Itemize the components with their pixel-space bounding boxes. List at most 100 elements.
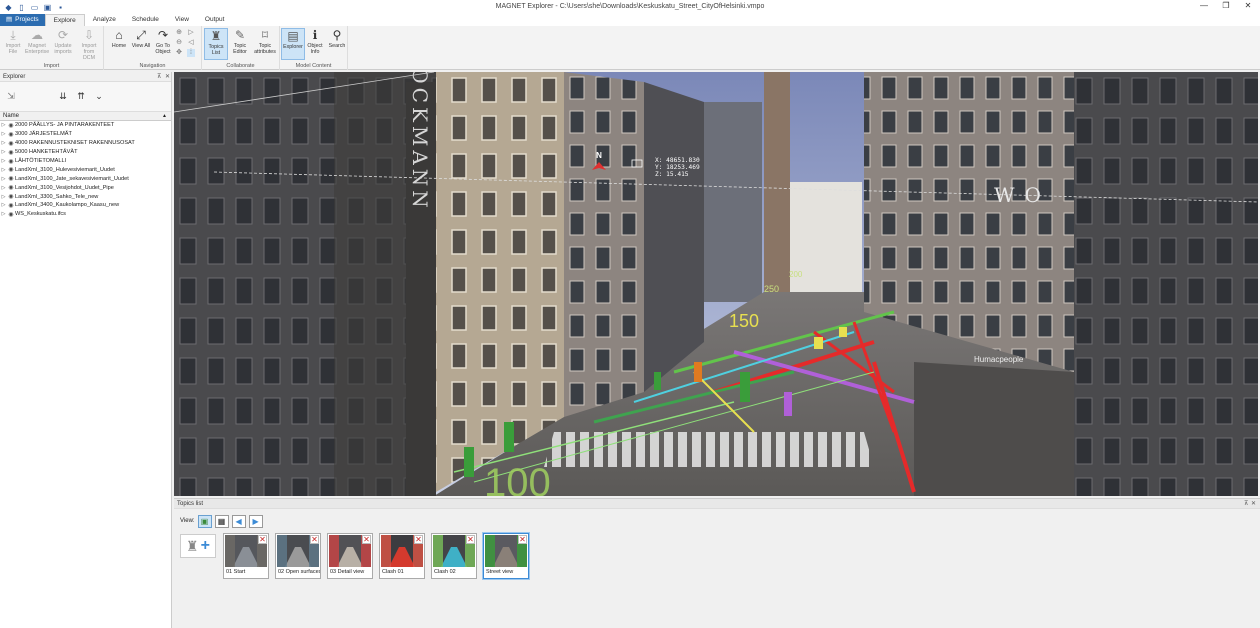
- tab-schedule[interactable]: Schedule: [124, 14, 167, 26]
- expand-arrow-icon[interactable]: ▷: [0, 122, 7, 128]
- tree-item[interactable]: ▷ ◉ LandXml_3100_Vesijohdot_Uudet_Pipe: [0, 183, 171, 192]
- save-icon[interactable]: ▪: [56, 3, 65, 12]
- topics-list-label: Topics List: [208, 44, 224, 56]
- delete-topic-icon[interactable]: ✕: [258, 535, 267, 544]
- tree-item[interactable]: ▷ ◉ 2000 PÄÄLLYS- JA PINTARAKENTEET: [0, 121, 171, 130]
- topic-attributes-button[interactable]: ⌑ Topic attributes: [252, 28, 278, 60]
- topics-pin-icon[interactable]: ⊼: [1244, 499, 1248, 509]
- tab-projects[interactable]: ▤ Projects: [0, 14, 45, 26]
- topics-list-button[interactable]: ♜ Topics List: [204, 28, 228, 60]
- camera-mode-icon[interactable]: ⁞: [187, 49, 195, 57]
- expand-arrow-icon[interactable]: ▷: [0, 167, 7, 173]
- tree-item-label: LÄHTÖTIETOMALLI: [15, 158, 67, 164]
- topic-card[interactable]: ✕ Street view: [483, 533, 529, 579]
- topic-card[interactable]: ✕ Clash 02: [431, 533, 477, 579]
- expand-arrow-icon[interactable]: ▷: [0, 149, 7, 155]
- visibility-eye-icon[interactable]: ◉: [7, 140, 15, 147]
- visibility-eye-icon[interactable]: ◉: [7, 193, 15, 200]
- delete-topic-icon[interactable]: ✕: [466, 535, 475, 544]
- orbit-icon[interactable]: ✥: [175, 49, 183, 57]
- collapse-all-icon[interactable]: ⇈: [76, 91, 86, 101]
- visibility-eye-icon[interactable]: ◉: [7, 184, 15, 191]
- expand-all-icon[interactable]: ⇊: [58, 91, 68, 101]
- delete-topic-icon[interactable]: ✕: [362, 535, 371, 544]
- thumbnail-view-icon[interactable]: ▣: [197, 514, 212, 528]
- expand-arrow-icon[interactable]: ▷: [0, 131, 7, 137]
- topic-card[interactable]: ✕ 03 Detail view: [327, 533, 373, 579]
- delete-topic-icon[interactable]: ✕: [518, 535, 527, 544]
- play-icon[interactable]: ▷: [187, 29, 195, 37]
- save-as-icon[interactable]: ▣: [43, 3, 52, 12]
- import-file-button[interactable]: ⤓ Import File: [1, 28, 25, 60]
- visibility-eye-icon[interactable]: ◉: [7, 131, 15, 138]
- tree-item[interactable]: ▷ ◉ LandXml_3100_Hulevesiviemarit_Uudet: [0, 165, 171, 174]
- maximize-button[interactable]: ❐: [1219, 1, 1233, 13]
- expand-selected-icon[interactable]: ⌄: [94, 91, 104, 101]
- go-to-object-button[interactable]: ↷ Go To Object: [151, 28, 175, 60]
- tree-item[interactable]: ▷ ◉ LandXml_3400_Kaukolampo_Kaasu_new: [0, 201, 171, 210]
- expand-arrow-icon[interactable]: ▷: [0, 176, 7, 182]
- tree-item[interactable]: ▷ ◉ 3000 JÄRJESTELMÄT: [0, 130, 171, 139]
- zoom-in-icon[interactable]: ⊕: [175, 29, 183, 37]
- new-file-icon[interactable]: ▯: [17, 3, 26, 12]
- expand-arrow-icon[interactable]: ▷: [0, 140, 7, 146]
- walk-icon[interactable]: ◁: [187, 39, 195, 47]
- import-file-icon: ⤓: [10, 28, 16, 42]
- close-button[interactable]: ✕: [1241, 1, 1255, 13]
- explorer-close-icon[interactable]: ✕: [165, 72, 170, 82]
- expand-arrow-icon[interactable]: ▷: [0, 185, 7, 191]
- visibility-eye-icon[interactable]: ◉: [7, 202, 15, 209]
- previous-topic-icon[interactable]: ◀: [231, 514, 246, 528]
- object-info-button[interactable]: ℹ Object Info: [303, 28, 327, 60]
- view-all-button[interactable]: ⤢ View All: [129, 28, 153, 60]
- tree-item[interactable]: ▷ ◉ 5000 HANKETEHTÄVÄT: [0, 148, 171, 157]
- tree-item[interactable]: ▷ ◉ LandXml_3300_Sahko_Tele_new: [0, 192, 171, 201]
- expand-arrow-icon[interactable]: ▷: [0, 202, 7, 208]
- name-column-header[interactable]: Name ▲: [0, 112, 171, 121]
- visibility-eye-icon[interactable]: ◉: [7, 166, 15, 173]
- topics-close-icon[interactable]: ✕: [1251, 499, 1256, 509]
- title-bar: ◆ ▯ ▭ ▣ ▪ MAGNET Explorer - C:\Users\she…: [0, 0, 1260, 14]
- visibility-eye-icon[interactable]: ◉: [7, 211, 15, 218]
- tab-explore[interactable]: Explore: [44, 14, 85, 26]
- visibility-eye-icon[interactable]: ◉: [7, 175, 15, 182]
- minimize-button[interactable]: —: [1197, 1, 1211, 13]
- expand-arrow-icon[interactable]: ▷: [0, 158, 7, 164]
- tab-analyze[interactable]: Analyze: [85, 14, 124, 26]
- open-folder-icon[interactable]: ▭: [30, 3, 39, 12]
- add-topic-button[interactable]: ♜ +: [180, 534, 216, 558]
- topic-editor-button[interactable]: ✎ Topic Editor: [228, 28, 252, 60]
- object-info-label: Object Info: [307, 43, 323, 55]
- visibility-eye-icon[interactable]: ◉: [7, 158, 15, 165]
- home-button[interactable]: ⌂ Home: [107, 28, 131, 60]
- topic-card[interactable]: ✕ Clash 01: [379, 533, 425, 579]
- navigation-group: ⌂ Home ⤢ View All ↷ Go To Object ⊕ ⊖ ✥ ▷…: [104, 26, 202, 70]
- next-topic-icon[interactable]: ▶: [248, 514, 263, 528]
- window-title: MAGNET Explorer - C:\Users\she\Downloads…: [495, 3, 765, 10]
- 3d-viewport[interactable]: STOCKMANN WO Humacpeople 150 100 200 250…: [174, 72, 1258, 496]
- topic-card[interactable]: ✕ 02 Open surfaces: [275, 533, 321, 579]
- search-button[interactable]: ⚲ Search: [325, 28, 349, 60]
- visibility-eye-icon[interactable]: ◉: [7, 149, 15, 156]
- tree-item[interactable]: ▷ ◉ LandXml_3100_Jate_sekavesiviemarit_Uud…: [0, 174, 171, 183]
- collaborate-group: ♜ Topics List ✎ Topic Editor ⌑ Topic att…: [202, 26, 280, 70]
- pin-icon[interactable]: ⊼: [157, 72, 161, 82]
- expand-arrow-icon[interactable]: ▷: [0, 194, 7, 200]
- tab-view[interactable]: View: [167, 14, 197, 26]
- expand-arrow-icon[interactable]: ▷: [0, 211, 7, 217]
- explorer-button[interactable]: ▤ Explorer: [281, 28, 305, 60]
- topic-card[interactable]: ✕ 01 Start: [223, 533, 269, 579]
- tree-item[interactable]: ▷ ◉ 4000 RAKENNUSTEKNISET RAKENNUSOSAT: [0, 139, 171, 148]
- delete-topic-icon[interactable]: ✕: [414, 535, 423, 544]
- visibility-eye-icon[interactable]: ◉: [7, 122, 15, 129]
- magnet-enterprise-button[interactable]: ☁ Magnet Enterprise: [25, 28, 49, 60]
- tree-item[interactable]: ▷ ◉ LÄHTÖTIETOMALLI: [0, 157, 171, 166]
- import-dcm-button[interactable]: ⇩ Import from DCM: [77, 28, 101, 61]
- table-view-icon[interactable]: ▦: [214, 514, 229, 528]
- delete-topic-icon[interactable]: ✕: [310, 535, 319, 544]
- zoom-out-icon[interactable]: ⊖: [175, 39, 183, 47]
- tab-output[interactable]: Output: [197, 14, 233, 26]
- update-imports-button[interactable]: ⟳ Update imports: [51, 28, 75, 60]
- explorer-action-icon[interactable]: ⇲: [6, 91, 16, 101]
- tree-item[interactable]: ▷ ◉ WS_Keskuskatu.ifcs: [0, 210, 171, 219]
